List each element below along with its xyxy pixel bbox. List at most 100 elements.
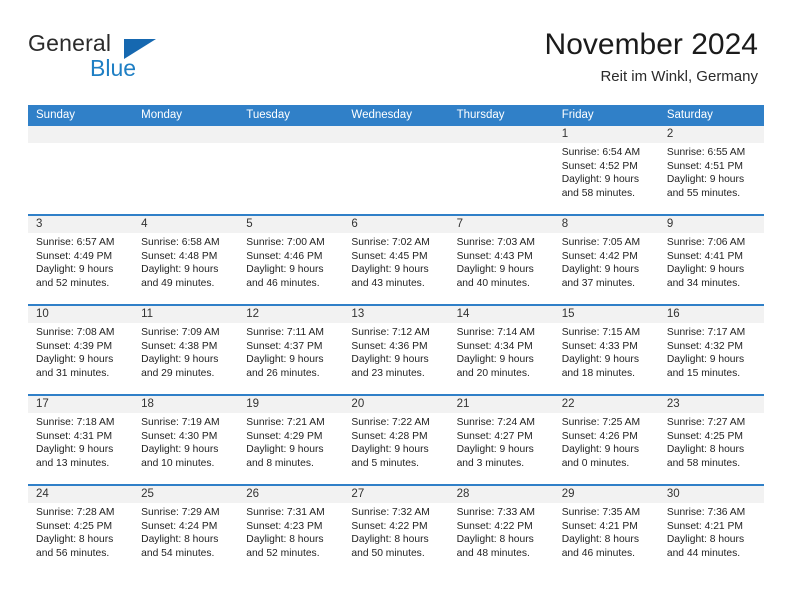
calendar-day-cell[interactable]: 26 Sunrise: 7:31 AM Sunset: 4:23 PM Dayligh…	[238, 486, 344, 574]
day-detail-line: Sunrise: 7:17 AM	[666, 327, 746, 338]
calendar-cell-empty	[28, 126, 134, 214]
day-details: Sunrise: 7:25 AM Sunset: 4:26 PM Daylight:…	[554, 413, 659, 470]
page-title: November 2024	[544, 28, 758, 61]
day-detail-line: and 29 minutes.	[141, 367, 215, 379]
day-detail-line: and 0 minutes.	[561, 457, 630, 469]
calendar-week-row: 24 Sunrise: 7:28 AM Sunset: 4:25 PM Dayligh…	[28, 484, 764, 574]
day-detail-line: Sunrise: 7:11 AM	[246, 327, 324, 338]
calendar-day-cell[interactable]: 29 Sunrise: 7:35 AM Sunset: 4:21 PM Dayligh…	[553, 486, 659, 574]
day-number: 7	[448, 216, 554, 233]
day-detail-line: Daylight: 9 hours	[456, 264, 534, 276]
day-detail-line: Sunrise: 7:36 AM	[666, 507, 746, 518]
calendar-day-cell[interactable]: 20 Sunrise: 7:22 AM Sunset: 4:28 PM Dayligh…	[343, 396, 449, 484]
day-detail-line: Sunrise: 6:58 AM	[141, 237, 220, 248]
day-detail-line: and 13 minutes.	[36, 457, 110, 469]
day-detail-line: Daylight: 9 hours	[561, 444, 639, 456]
day-details: Sunrise: 7:32 AM Sunset: 4:22 PM Daylight:…	[343, 503, 448, 560]
day-details: Sunrise: 7:24 AM Sunset: 4:27 PM Daylight:…	[449, 413, 554, 470]
calendar-day-cell[interactable]: 6 Sunrise: 7:02 AM Sunset: 4:45 PM Daylight…	[343, 216, 449, 304]
day-details: Sunrise: 7:14 AM Sunset: 4:34 PM Daylight:…	[449, 323, 554, 380]
calendar-day-cell[interactable]: 8 Sunrise: 7:05 AM Sunset: 4:42 PM Daylight…	[553, 216, 659, 304]
day-detail-line: and 44 minutes.	[666, 547, 741, 559]
day-detail-line: Sunset: 4:27 PM	[456, 430, 533, 442]
calendar-week-row: 10 Sunrise: 7:08 AM Sunset: 4:39 PM Dayligh…	[28, 304, 764, 394]
day-detail-line: and 46 minutes.	[246, 277, 320, 289]
calendar-day-cell[interactable]: 7 Sunrise: 7:03 AM Sunset: 4:43 PM Daylight…	[448, 216, 554, 304]
day-detail-line: Sunrise: 7:08 AM	[36, 327, 115, 338]
calendar-day-cell[interactable]: 18 Sunrise: 7:19 AM Sunset: 4:30 PM Dayligh…	[133, 396, 239, 484]
day-details: Sunrise: 7:19 AM Sunset: 4:30 PM Daylight:…	[133, 413, 238, 470]
day-detail-line: Sunset: 4:24 PM	[141, 520, 218, 532]
day-detail-line: Daylight: 9 hours	[351, 354, 429, 366]
day-details: Sunrise: 6:55 AM Sunset: 4:51 PM Daylight:…	[659, 143, 764, 200]
calendar-day-cell[interactable]: 3 Sunrise: 6:57 AM Sunset: 4:49 PM Daylight…	[28, 216, 134, 304]
logo-text-blue: Blue	[90, 55, 137, 81]
weekday-header-saturday: Saturday	[666, 109, 713, 121]
day-number: 3	[28, 216, 134, 233]
day-details: Sunrise: 7:09 AM Sunset: 4:38 PM Daylight:…	[133, 323, 238, 380]
calendar-day-cell[interactable]: 13 Sunrise: 7:12 AM Sunset: 4:36 PM Dayligh…	[343, 306, 449, 394]
calendar-day-cell[interactable]: 10 Sunrise: 7:08 AM Sunset: 4:39 PM Dayligh…	[28, 306, 134, 394]
day-details	[238, 143, 343, 146]
day-detail-line: Daylight: 8 hours	[141, 534, 219, 546]
calendar-day-cell[interactable]: 17 Sunrise: 7:18 AM Sunset: 4:31 PM Dayligh…	[28, 396, 134, 484]
day-detail-line: Daylight: 9 hours	[456, 354, 534, 366]
calendar-day-cell[interactable]: 28 Sunrise: 7:33 AM Sunset: 4:22 PM Dayligh…	[448, 486, 554, 574]
day-detail-line: Daylight: 9 hours	[666, 264, 745, 276]
day-details: Sunrise: 7:03 AM Sunset: 4:43 PM Daylight:…	[449, 233, 554, 290]
calendar-day-cell[interactable]: 25 Sunrise: 7:29 AM Sunset: 4:24 PM Dayligh…	[133, 486, 239, 574]
calendar-day-cell[interactable]: 19 Sunrise: 7:21 AM Sunset: 4:29 PM Dayligh…	[238, 396, 344, 484]
day-number: 23	[658, 396, 764, 413]
day-detail-line: Sunset: 4:49 PM	[36, 250, 113, 262]
calendar-day-cell[interactable]: 2 Sunrise: 6:55 AM Sunset: 4:51 PM Daylight…	[658, 126, 764, 214]
day-detail-line: Sunrise: 7:21 AM	[246, 417, 325, 428]
calendar-day-cell[interactable]: 1 Sunrise: 6:54 AM Sunset: 4:52 PM Daylight…	[553, 126, 659, 214]
day-details: Sunrise: 6:58 AM Sunset: 4:48 PM Daylight:…	[133, 233, 238, 290]
day-detail-line: Sunset: 4:48 PM	[141, 250, 218, 262]
calendar-day-cell[interactable]: 11 Sunrise: 7:09 AM Sunset: 4:38 PM Dayligh…	[133, 306, 239, 394]
weekday-header-thursday: Thursday	[456, 109, 505, 121]
calendar-day-cell[interactable]: 5 Sunrise: 7:00 AM Sunset: 4:46 PM Daylight…	[238, 216, 344, 304]
calendar-day-cell[interactable]: 4 Sunrise: 6:58 AM Sunset: 4:48 PM Daylight…	[133, 216, 239, 304]
day-detail-line: Daylight: 9 hours	[36, 354, 114, 366]
day-details: Sunrise: 7:11 AM Sunset: 4:37 PM Daylight:…	[238, 323, 343, 380]
day-detail-line: Sunset: 4:51 PM	[666, 160, 743, 172]
calendar-day-cell[interactable]: 15 Sunrise: 7:15 AM Sunset: 4:33 PM Dayligh…	[553, 306, 659, 394]
weekday-header-sunday: Sunday	[36, 109, 76, 121]
day-detail-line: and 3 minutes.	[456, 457, 525, 469]
day-detail-line: and 46 minutes.	[561, 547, 635, 559]
calendar-day-cell[interactable]: 24 Sunrise: 7:28 AM Sunset: 4:25 PM Dayligh…	[28, 486, 134, 574]
calendar-day-cell[interactable]: 14 Sunrise: 7:14 AM Sunset: 4:34 PM Dayligh…	[448, 306, 554, 394]
calendar-day-cell[interactable]: 9 Sunrise: 7:06 AM Sunset: 4:41 PM Daylight…	[658, 216, 764, 304]
weekday-header-friday: Friday	[561, 109, 594, 121]
day-detail-line: Daylight: 9 hours	[246, 444, 324, 456]
day-detail-line: Sunrise: 7:12 AM	[351, 327, 430, 338]
day-details: Sunrise: 7:27 AM Sunset: 4:25 PM Daylight:…	[659, 413, 764, 470]
day-number: 16	[658, 306, 764, 323]
day-detail-line: Sunrise: 7:02 AM	[351, 237, 430, 248]
calendar-day-cell[interactable]: 12 Sunrise: 7:11 AM Sunset: 4:37 PM Dayligh…	[238, 306, 344, 394]
day-detail-line: and 48 minutes.	[456, 547, 530, 559]
day-detail-line: Sunset: 4:29 PM	[246, 430, 323, 442]
calendar-cell-empty	[448, 126, 554, 214]
day-detail-line: and 8 minutes.	[246, 457, 314, 469]
day-detail-line: Sunrise: 7:27 AM	[666, 417, 746, 428]
calendar-day-cell[interactable]: 16 Sunrise: 7:17 AM Sunset: 4:32 PM Dayligh…	[658, 306, 764, 394]
calendar-day-cell[interactable]: 22 Sunrise: 7:25 AM Sunset: 4:26 PM Dayligh…	[553, 396, 659, 484]
day-detail-line: Sunset: 4:21 PM	[666, 520, 743, 532]
calendar-day-cell[interactable]: 27 Sunrise: 7:32 AM Sunset: 4:22 PM Dayligh…	[343, 486, 449, 574]
weekday-header-tuesday: Tuesday	[246, 109, 290, 121]
day-detail-line: and 15 minutes.	[666, 367, 741, 379]
calendar-day-cell[interactable]: 30 Sunrise: 7:36 AM Sunset: 4:21 PM Dayligh…	[658, 486, 764, 574]
calendar-week-row: 17 Sunrise: 7:18 AM Sunset: 4:31 PM Dayligh…	[28, 394, 764, 484]
day-number: 17	[28, 396, 134, 413]
day-detail-line: Daylight: 8 hours	[456, 534, 534, 546]
day-number: 10	[28, 306, 134, 323]
calendar-day-cell[interactable]: 21 Sunrise: 7:24 AM Sunset: 4:27 PM Dayligh…	[448, 396, 554, 484]
calendar-day-cell[interactable]: 23 Sunrise: 7:27 AM Sunset: 4:25 PM Dayligh…	[658, 396, 764, 484]
day-number	[133, 126, 239, 143]
day-detail-line: and 31 minutes.	[36, 367, 110, 379]
calendar-cell-empty	[343, 126, 449, 214]
day-detail-line: Sunset: 4:46 PM	[246, 250, 323, 262]
general-blue-logo[interactable]: General Blue	[28, 30, 218, 92]
